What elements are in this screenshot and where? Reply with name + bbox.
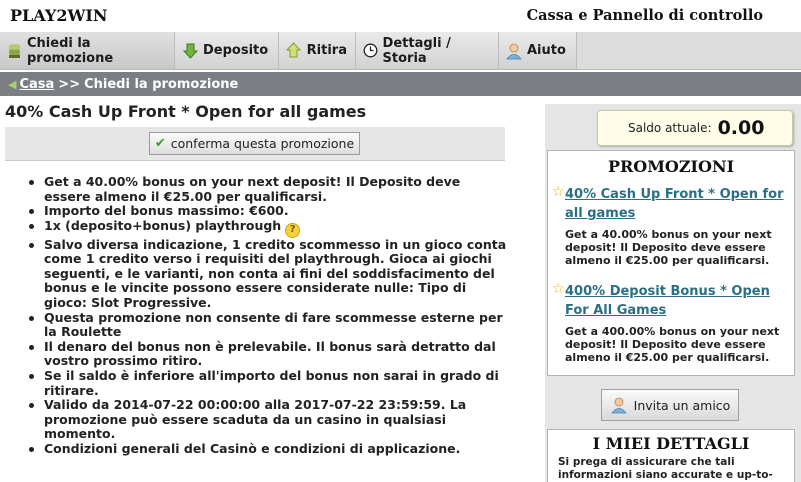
my-details-text: Si prega di assicurare che tali informaz… bbox=[558, 456, 773, 481]
promo-icon bbox=[6, 42, 23, 60]
confirm-promotion-label: conferma questa promozione bbox=[170, 136, 355, 151]
menu-label-deposit: Deposito bbox=[203, 43, 269, 58]
star-icon: ☆ bbox=[552, 184, 565, 200]
breadcrumb-current: Chiedi la promozione bbox=[84, 76, 239, 92]
balance-box: Saldo attuale: 0.00 bbox=[597, 110, 793, 146]
menu-item-help[interactable]: Aiuto bbox=[499, 32, 577, 69]
right-sidebar: Saldo attuale: 0.00 PROMOZIONI ☆ 40% Cas… bbox=[545, 104, 801, 482]
terms-item: Salvo diversa indicazione, 1 credito sco… bbox=[26, 237, 508, 311]
menu-label-help: Aiuto bbox=[527, 43, 566, 58]
checkmark-icon: ✔ bbox=[154, 136, 166, 151]
balance-value: 0.00 bbox=[717, 117, 765, 139]
promotion-description: Get a 40.00% bonus on your next deposit!… bbox=[565, 228, 772, 267]
menu-item-deposit[interactable]: Deposito bbox=[175, 32, 279, 69]
promotion-entry: ☆ 400% Deposit Bonus * Open For All Game… bbox=[552, 282, 792, 364]
breadcrumb: ◀ Casa >> Chiedi la promozione bbox=[0, 72, 801, 96]
promotions-panel: PROMOZIONI ☆ 40% Cash Up Front * Open fo… bbox=[547, 150, 795, 376]
invite-friend-button[interactable]: Invita un amico bbox=[601, 389, 739, 421]
terms-item: Get a 40.00% bonus on your next deposit!… bbox=[26, 174, 508, 204]
person-icon bbox=[610, 396, 628, 414]
terms-item: Valido da 2014-07-22 00:00:00 alla 2017-… bbox=[26, 397, 508, 442]
terms-item: Condizioni generali del Casinò e condizi… bbox=[26, 441, 508, 457]
invite-friend-label: Invita un amico bbox=[633, 397, 731, 413]
menu-item-promotion[interactable]: Chiedi la promozione bbox=[0, 32, 175, 69]
menu-item-withdraw[interactable]: Ritira bbox=[279, 32, 356, 69]
promotion-entry: ☆ 40% Cash Up Front * Open for all games… bbox=[552, 185, 792, 267]
terms-item: 1x (deposito+bonus) playthrough? bbox=[26, 218, 508, 238]
confirm-promotion-button[interactable]: ✔ conferma questa promozione bbox=[149, 132, 360, 155]
title-bar: PLAY2WIN Cassa e Pannello di controllo bbox=[0, 0, 801, 32]
breadcrumb-home-link[interactable]: Casa bbox=[19, 77, 54, 92]
main-menu: Chiedi la promozione Deposito Ritira Det… bbox=[0, 32, 801, 70]
star-icon: ☆ bbox=[552, 281, 565, 297]
help-icon[interactable]: ? bbox=[285, 222, 301, 238]
withdraw-arrow-icon bbox=[285, 42, 303, 60]
page-title: 40% Cash Up Front * Open for all games bbox=[5, 102, 367, 121]
promotion-content: 40% Cash Up Front * Open for all games ✔… bbox=[0, 98, 540, 482]
promotions-title: PROMOZIONI bbox=[607, 157, 735, 176]
deposit-arrow-icon bbox=[181, 42, 199, 60]
balance-label: Saldo attuale: bbox=[628, 121, 712, 135]
terms-item: Questa promozione non consente di fare s… bbox=[26, 310, 508, 340]
back-arrow-icon: ◀ bbox=[8, 77, 17, 91]
promotion-link[interactable]: 40% Cash Up Front * Open for all games bbox=[565, 185, 792, 223]
menu-label-history: Dettagli / Storia bbox=[382, 35, 451, 66]
clock-icon bbox=[362, 42, 379, 60]
promotion-description: Get a 400.00% bonus on your next deposit… bbox=[565, 325, 780, 364]
menu-item-history[interactable]: Dettagli / Storia bbox=[356, 32, 499, 69]
terms-item: Se il saldo è inferiore all'importo del … bbox=[26, 368, 508, 398]
confirm-bar: ✔ conferma questa promozione bbox=[5, 127, 505, 161]
window-title: Cassa e Pannello di controllo bbox=[526, 7, 763, 24]
help-person-icon bbox=[505, 42, 523, 60]
promotion-link[interactable]: 400% Deposit Bonus * Open For All Games bbox=[565, 282, 792, 320]
terms-item: Importo del bonus massimo: €600. bbox=[26, 203, 508, 219]
menu-label-promotion: Chiedi la promozione bbox=[27, 35, 114, 66]
my-details-title: I MIEI DETTAGLI bbox=[592, 434, 750, 453]
terms-item: Il denaro del bonus non è prelevabile. I… bbox=[26, 339, 508, 369]
breadcrumb-separator: >> bbox=[58, 76, 81, 92]
terms-list: Get a 40.00% bonus on your next deposit!… bbox=[26, 174, 508, 457]
menu-label-withdraw: Ritira bbox=[306, 43, 347, 58]
brand-logo-text: PLAY2WIN bbox=[10, 6, 108, 25]
my-details-panel: I MIEI DETTAGLI Si prega di assicurare c… bbox=[547, 429, 795, 482]
